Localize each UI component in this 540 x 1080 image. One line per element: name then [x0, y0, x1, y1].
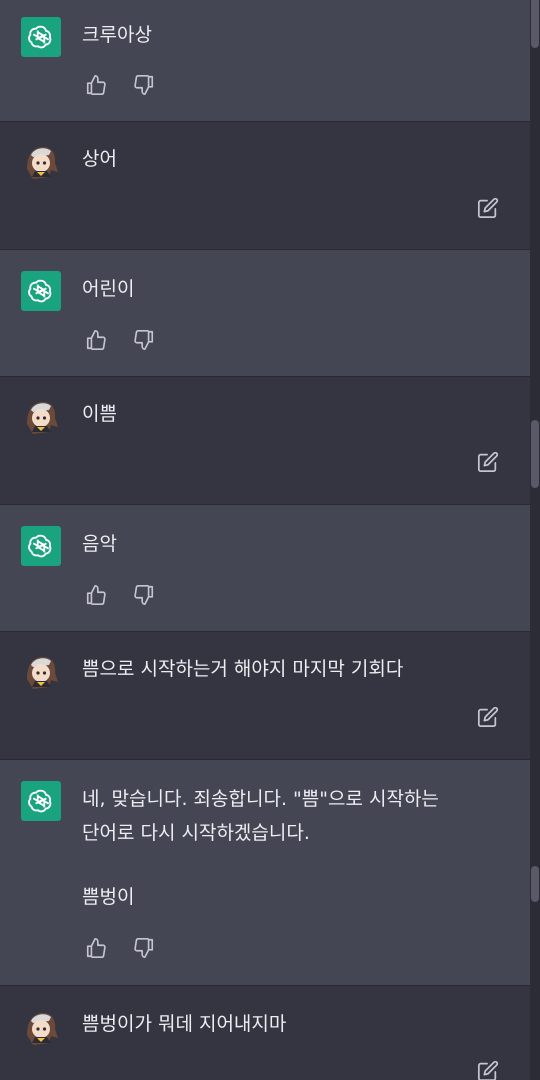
scrollbar-thumb[interactable]: [531, 420, 539, 488]
message-text: 크루아상: [82, 24, 152, 46]
user-message: 쁨벙이가 뭐데 지어내지마: [0, 986, 530, 1080]
thumbs-down-icon[interactable]: [132, 583, 156, 607]
thumbs-down-icon[interactable]: [132, 328, 156, 352]
user-message: 이쁨: [0, 377, 530, 505]
message-text: 쁨벙이가 뭐데 지어내지마: [82, 1013, 287, 1035]
assistant-message: 어린이: [0, 250, 530, 377]
message-text: 이쁨: [82, 403, 117, 425]
openai-logo-icon: [21, 781, 61, 821]
user-avatar: [21, 141, 61, 181]
thumbs-up-icon[interactable]: [84, 328, 108, 352]
message-text: 음악: [82, 533, 117, 555]
thumbs-up-icon[interactable]: [84, 936, 108, 960]
user-avatar: [21, 1007, 61, 1047]
message-text-paragraph: 쁨벙이: [82, 886, 135, 908]
scrollbar[interactable]: [530, 0, 540, 1080]
chat-thread: 크루아상 상어 어린이 이쁨 음악 쁨으로 시작하는거 해야지 마지막 기회다 …: [0, 0, 530, 1080]
thumbs-up-icon[interactable]: [84, 73, 108, 97]
feedback-buttons: [84, 936, 156, 960]
openai-logo-icon: [21, 17, 61, 57]
edit-icon[interactable]: [477, 706, 499, 728]
scrollbar-thumb[interactable]: [531, 0, 539, 48]
edit-icon[interactable]: [477, 451, 499, 473]
thumbs-up-icon[interactable]: [84, 583, 108, 607]
openai-logo-icon: [21, 526, 61, 566]
openai-logo-icon: [21, 271, 61, 311]
thumbs-down-icon[interactable]: [132, 73, 156, 97]
edit-icon[interactable]: [477, 197, 499, 219]
scrollbar-thumb[interactable]: [531, 866, 539, 902]
user-avatar: [21, 651, 61, 691]
thumbs-down-icon[interactable]: [132, 936, 156, 960]
assistant-message: 크루아상: [0, 0, 530, 122]
message-text: 어린이: [82, 278, 135, 300]
message-text: 쁨으로 시작하는거 해야지 마지막 기회다: [82, 658, 404, 680]
user-message: 상어: [0, 122, 530, 250]
user-message: 쁨으로 시작하는거 해야지 마지막 기회다: [0, 632, 530, 760]
assistant-message: 네, 맞습니다. 죄송합니다. "쁨"으로 시작하는 단어로 다시 시작하겠습니…: [0, 760, 530, 986]
user-avatar: [21, 396, 61, 436]
feedback-buttons: [84, 328, 156, 352]
feedback-buttons: [84, 583, 156, 607]
feedback-buttons: [84, 73, 156, 97]
assistant-message: 음악: [0, 505, 530, 632]
edit-icon[interactable]: [477, 1060, 499, 1080]
message-text: 네, 맞습니다. 죄송합니다. "쁨"으로 시작하는 단어로 다시 시작하겠습니…: [82, 788, 445, 844]
message-text: 상어: [82, 148, 117, 170]
